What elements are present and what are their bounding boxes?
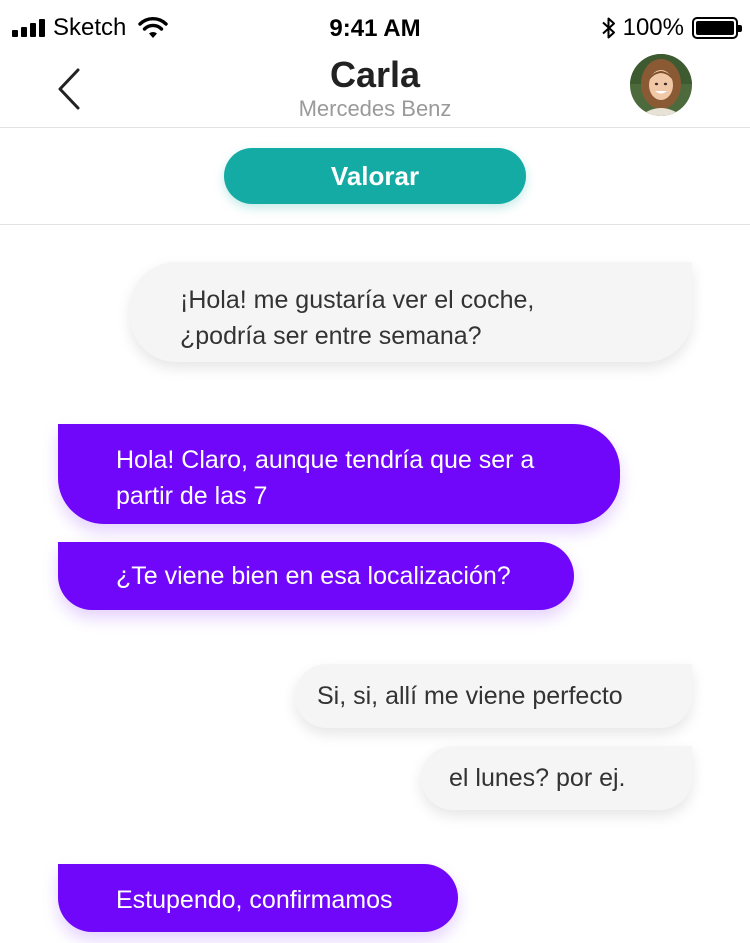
status-bar: Sketch 9:41 AM 100% bbox=[0, 0, 750, 56]
battery-percentage: 100% bbox=[622, 14, 684, 41]
message-outgoing[interactable]: Estupendo, confirmamos bbox=[58, 864, 458, 932]
message-text: Hola! Claro, aunque tendría que ser a pa… bbox=[116, 446, 535, 510]
message-text: ¡Hola! me gustaría ver el coche, ¿podría… bbox=[180, 286, 535, 350]
message-outgoing[interactable]: Hola! Claro, aunque tendría que ser a pa… bbox=[58, 424, 620, 524]
message-text: Estupendo, confirmamos bbox=[116, 886, 393, 914]
battery-icon bbox=[692, 17, 742, 39]
rating-bar: Valorar bbox=[0, 128, 750, 225]
bluetooth-icon bbox=[601, 17, 615, 39]
chat-header: Carla Mercedes Benz bbox=[0, 54, 750, 128]
message-outgoing[interactable]: ¿Te viene bien en esa localización? bbox=[58, 542, 574, 610]
message-incoming[interactable]: ¡Hola! me gustaría ver el coche, ¿podría… bbox=[130, 262, 692, 362]
avatar-image bbox=[630, 54, 692, 116]
status-right: 100% bbox=[601, 14, 742, 42]
message-text: Si, si, allí me viene perfecto bbox=[317, 682, 623, 710]
message-text: el lunes? por ej. bbox=[449, 764, 626, 792]
avatar[interactable] bbox=[630, 54, 692, 116]
message-incoming[interactable]: Si, si, allí me viene perfecto bbox=[295, 664, 692, 728]
message-text: ¿Te viene bien en esa localización? bbox=[116, 562, 511, 590]
rate-button[interactable]: Valorar bbox=[224, 148, 526, 204]
message-incoming[interactable]: el lunes? por ej. bbox=[421, 746, 692, 810]
